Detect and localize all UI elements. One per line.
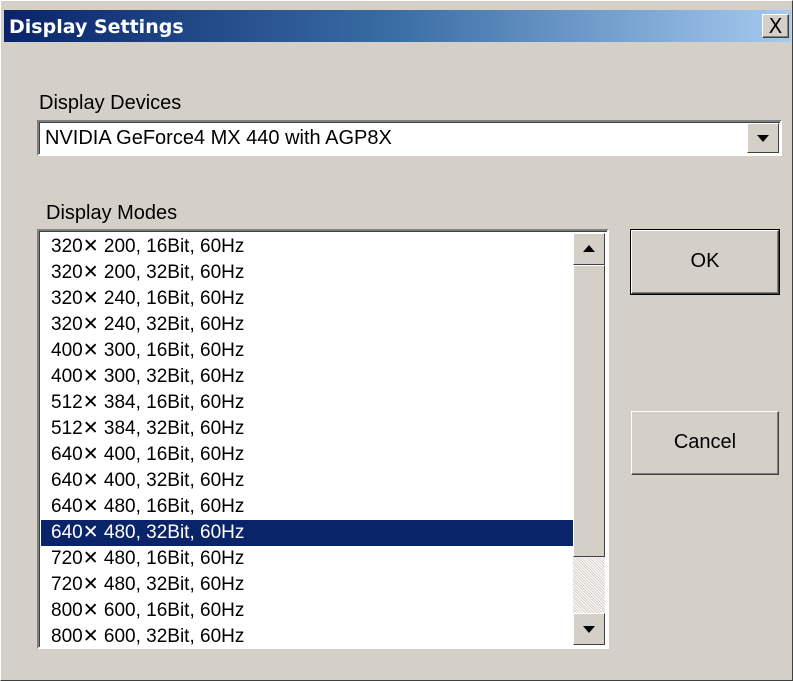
- list-item[interactable]: 320✕ 240, 32Bit, 60Hz: [41, 312, 573, 338]
- scroll-up-arrow-icon: [583, 245, 595, 252]
- display-devices-selected-value: NVIDIA GeForce4 MX 440 with AGP8X: [45, 127, 392, 149]
- scrollbar-thumb[interactable]: [573, 265, 605, 557]
- close-button[interactable]: X: [762, 14, 789, 38]
- display-devices-label: Display Devices: [39, 92, 182, 114]
- display-modes-listbox[interactable]: 320✕ 200, 16Bit, 60Hz 320✕ 200, 32Bit, 60…: [37, 229, 609, 649]
- ok-button[interactable]: OK: [630, 229, 780, 295]
- list-item[interactable]: 320✕ 240, 16Bit, 60Hz: [41, 286, 573, 312]
- scroll-down-button[interactable]: [573, 613, 605, 645]
- close-icon: X: [768, 14, 783, 38]
- scroll-up-button[interactable]: [573, 233, 605, 265]
- list-item[interactable]: 400✕ 300, 32Bit, 60Hz: [41, 364, 573, 390]
- list-item[interactable]: 800✕ 600, 32Bit, 60Hz: [41, 624, 573, 647]
- display-modes-list: 320✕ 200, 16Bit, 60Hz 320✕ 200, 32Bit, 60…: [41, 234, 573, 647]
- display-settings-dialog: Display Settings X Display Devices NVIDI…: [0, 0, 793, 681]
- list-item[interactable]: 640✕ 480, 16Bit, 60Hz: [41, 494, 573, 520]
- list-item[interactable]: 400✕ 300, 16Bit, 60Hz: [41, 338, 573, 364]
- chevron-down-icon: [757, 135, 769, 142]
- list-item[interactable]: 320✕ 200, 32Bit, 60Hz: [41, 260, 573, 286]
- list-item[interactable]: 640✕ 480, 32Bit, 60Hz: [41, 520, 573, 546]
- list-item[interactable]: 640✕ 400, 32Bit, 60Hz: [41, 468, 573, 494]
- display-devices-dropdown[interactable]: NVIDIA GeForce4 MX 440 with AGP8X: [37, 120, 782, 156]
- display-modes-label: Display Modes: [46, 202, 178, 224]
- scroll-down-arrow-icon: [583, 626, 595, 633]
- vertical-scrollbar[interactable]: [573, 233, 605, 645]
- list-item[interactable]: 640✕ 400, 16Bit, 60Hz: [41, 442, 573, 468]
- list-item[interactable]: 320✕ 200, 16Bit, 60Hz: [41, 234, 573, 260]
- list-item[interactable]: 512✕ 384, 16Bit, 60Hz: [41, 390, 573, 416]
- list-item[interactable]: 800✕ 600, 16Bit, 60Hz: [41, 598, 573, 624]
- dropdown-arrow-button[interactable]: [747, 123, 779, 153]
- list-item[interactable]: 512✕ 384, 32Bit, 60Hz: [41, 416, 573, 442]
- cancel-button[interactable]: Cancel: [631, 411, 779, 475]
- list-item[interactable]: 720✕ 480, 32Bit, 60Hz: [41, 572, 573, 598]
- window-title: Display Settings: [9, 16, 184, 38]
- title-bar[interactable]: Display Settings X: [4, 10, 791, 42]
- list-item[interactable]: 720✕ 480, 16Bit, 60Hz: [41, 546, 573, 572]
